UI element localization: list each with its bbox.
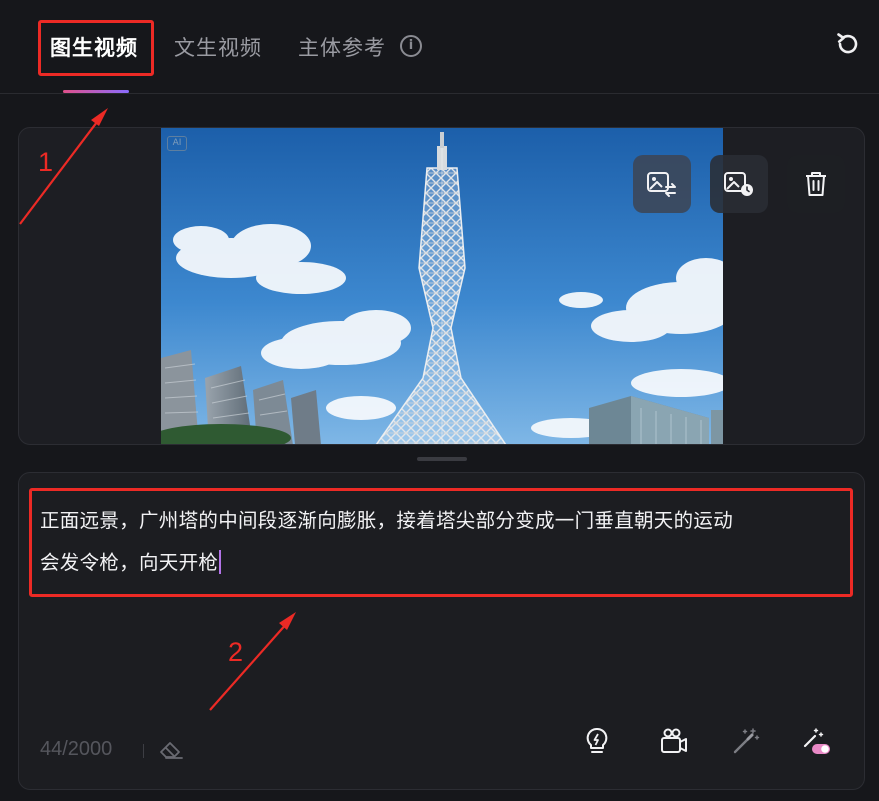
uploaded-image-panel: AI	[18, 127, 865, 445]
active-tab-indicator	[63, 90, 129, 93]
replace-image-button[interactable]	[633, 155, 691, 213]
camera-icon[interactable]	[659, 726, 689, 756]
image-history-button[interactable]	[710, 155, 768, 213]
annotation-label-1: 1	[38, 147, 54, 177]
resize-handle[interactable]	[417, 457, 467, 461]
image-replace-icon	[647, 172, 676, 197]
lightbulb-icon[interactable]	[582, 726, 612, 756]
image-history-icon	[724, 172, 753, 196]
eraser-icon[interactable]	[158, 738, 184, 760]
tab-text-to-video[interactable]: 文生视频	[174, 32, 262, 62]
character-counter: 44/2000	[40, 738, 113, 760]
info-icon[interactable]: i	[400, 35, 422, 57]
annotation-box-2	[29, 488, 853, 597]
magic-wand-icon[interactable]	[730, 726, 760, 756]
refresh-icon[interactable]	[834, 30, 862, 58]
annotation-box-1	[38, 20, 154, 76]
trash-icon	[806, 172, 826, 196]
magic-toggle-icon[interactable]	[802, 726, 832, 756]
ai-generated-badge: AI	[167, 136, 187, 151]
delete-image-button[interactable]	[787, 155, 845, 213]
tab-subject-reference[interactable]: 主体参考	[298, 32, 386, 62]
annotation-label-2: 2	[228, 637, 244, 667]
divider	[143, 744, 144, 758]
